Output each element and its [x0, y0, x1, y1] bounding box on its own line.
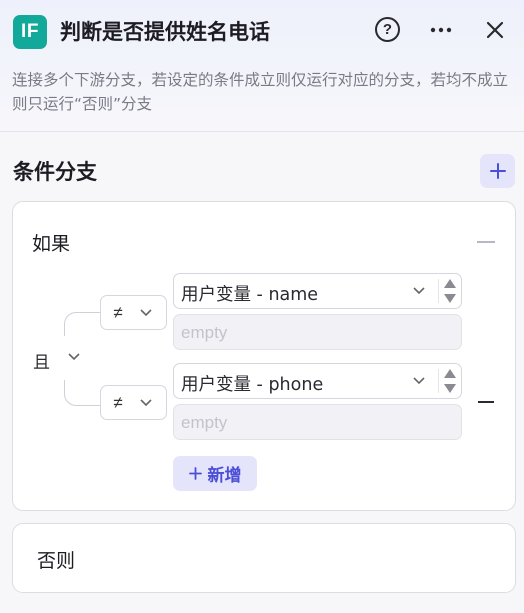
- variable-label: 用户变量 - name: [181, 285, 319, 305]
- variable-select[interactable]: 用户变量 - phone: [173, 363, 462, 399]
- not-equal-symbol: ≠: [113, 302, 123, 322]
- remove-condition-button[interactable]: [478, 401, 494, 403]
- not-equal-symbol: ≠: [113, 392, 123, 412]
- add-branch-button[interactable]: [480, 154, 515, 188]
- node-header: IF 判断是否提供姓名电话 ? 连接多个下游分支，若设定的条件成立则仅运行对应的…: [0, 0, 524, 132]
- chevron-down-icon: [140, 309, 152, 317]
- chevron-down-icon: [140, 399, 152, 407]
- if-branch-label: 如果: [32, 233, 71, 255]
- if-node-badge: IF: [13, 15, 47, 49]
- add-condition-label: 新增: [207, 466, 242, 486]
- value-placeholder: empty: [181, 413, 228, 432]
- stepper-icon[interactable]: [442, 366, 458, 396]
- collapse-icon[interactable]: [477, 241, 495, 243]
- variable-select[interactable]: 用户变量 - name: [173, 273, 462, 309]
- help-icon[interactable]: ?: [375, 17, 400, 42]
- more-icon[interactable]: [428, 17, 454, 43]
- logic-operator[interactable]: 且: [33, 348, 50, 373]
- variable-label: 用户变量 - phone: [181, 375, 324, 395]
- add-condition-button[interactable]: 新增: [173, 456, 257, 491]
- node-description: 连接多个下游分支，若设定的条件成立则仅运行对应的分支，若均不成立则只运行“否则”…: [12, 71, 509, 113]
- chevron-down-icon[interactable]: [67, 352, 81, 362]
- chevron-down-icon: [413, 377, 425, 385]
- operator-select[interactable]: ≠: [100, 385, 167, 420]
- value-input[interactable]: empty: [173, 314, 462, 350]
- close-icon[interactable]: [483, 18, 507, 42]
- value-input[interactable]: empty: [173, 404, 462, 440]
- stepper-icon[interactable]: [442, 276, 458, 306]
- plus-icon: [489, 163, 506, 179]
- else-branch-label: 否则: [37, 550, 76, 572]
- if-branch-card: 如果 且 ≠ 用户变量 - name empty ≠ 用户变量 - phone: [12, 201, 516, 511]
- section-title: 条件分支: [13, 160, 97, 184]
- node-title[interactable]: 判断是否提供姓名电话: [60, 16, 270, 48]
- chevron-down-icon: [413, 287, 425, 295]
- else-branch-card: 否则: [12, 523, 516, 593]
- operator-select[interactable]: ≠: [100, 295, 167, 330]
- plus-icon: [188, 467, 202, 480]
- value-placeholder: empty: [181, 323, 228, 342]
